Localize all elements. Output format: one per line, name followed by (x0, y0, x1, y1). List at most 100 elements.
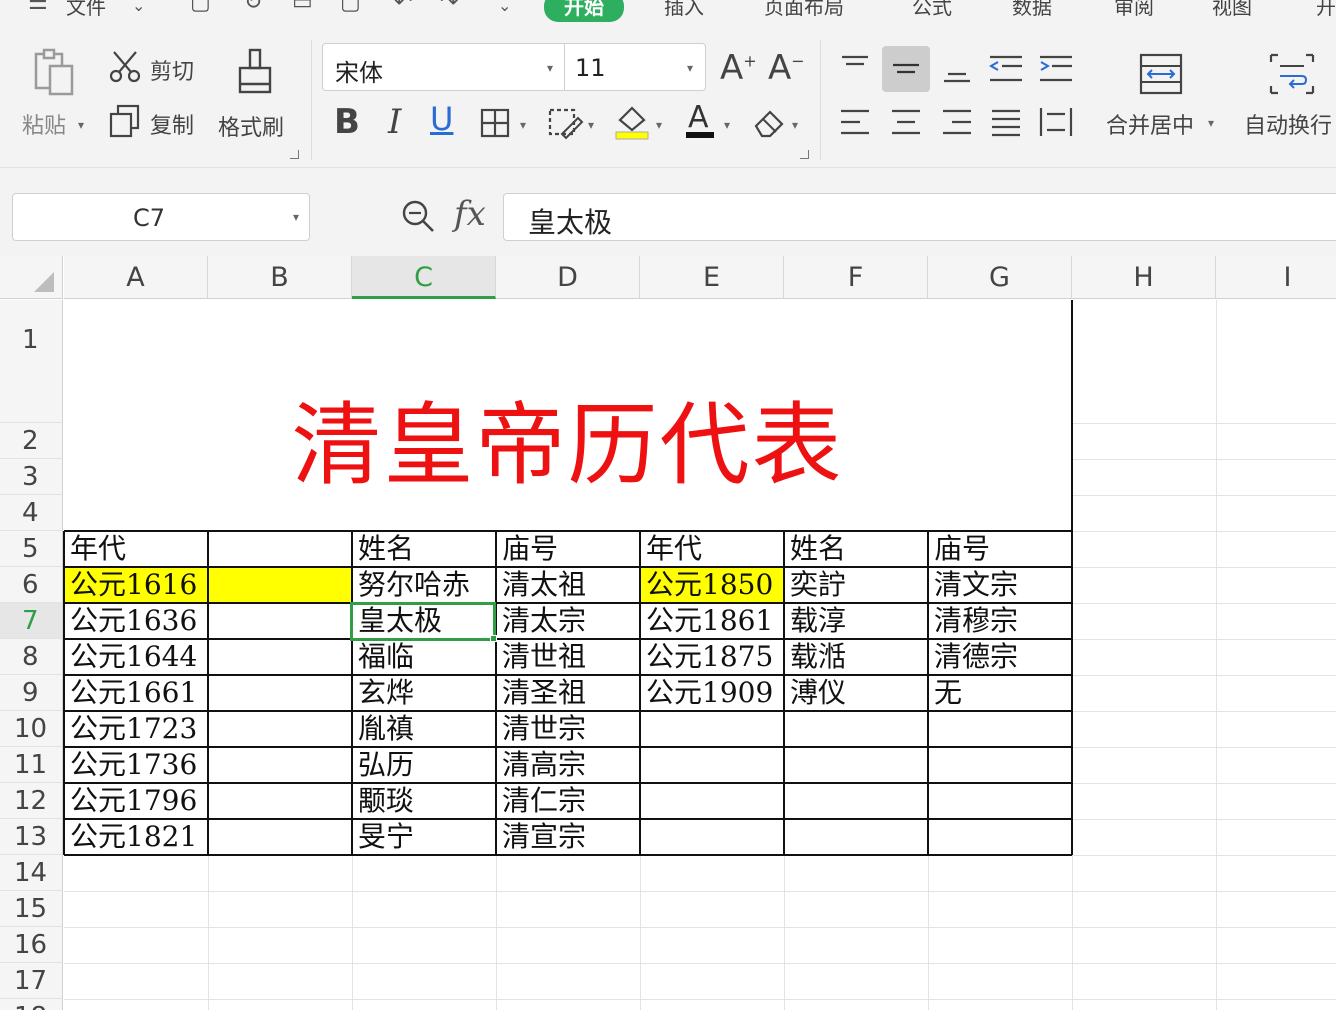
name-box-dropdown-icon[interactable]: ▾ (293, 210, 299, 224)
name-cell[interactable]: 载湉 (784, 639, 928, 675)
row-header-11[interactable]: 11 (0, 747, 63, 783)
year-cell[interactable]: 公元1861 (640, 603, 784, 639)
tab-formulas[interactable]: 公式 (912, 0, 952, 20)
align-bottom-icon[interactable] (940, 54, 974, 84)
name-cell[interactable]: 溥仪 (784, 675, 928, 711)
cell-style-dropdown-icon[interactable]: ▾ (588, 118, 594, 132)
fill-handle[interactable] (490, 635, 497, 642)
menu-file[interactable]: 文件 (66, 0, 106, 20)
merge-center-button[interactable]: 合并居中 ▾ (1104, 52, 1224, 144)
row-header-1[interactable]: 1 (0, 300, 63, 423)
paste-button[interactable]: 粘贴 ▾ (20, 48, 90, 139)
font-size-dropdown-icon[interactable]: ▾ (687, 61, 693, 75)
table-header-cell[interactable]: 姓名 (784, 531, 928, 567)
row-header-8[interactable]: 8 (0, 639, 63, 675)
tab-page-layout[interactable]: 页面布局 (764, 0, 844, 20)
justify-icon[interactable] (989, 108, 1023, 138)
row-header-2[interactable]: 2 (0, 423, 63, 459)
temple-name-cell[interactable]: 清穆宗 (928, 603, 1072, 639)
year-cell[interactable]: 公元1821 (64, 819, 208, 855)
italic-icon[interactable]: I (388, 102, 401, 142)
increase-font-size-icon[interactable]: A+ (720, 48, 757, 88)
cut-button[interactable]: 剪切 (108, 50, 208, 86)
temple-name-cell[interactable]: 清太宗 (496, 603, 640, 639)
row-header-17[interactable]: 17 (0, 963, 63, 999)
borders-icon[interactable] (480, 108, 510, 138)
font-dialog-launcher[interactable] (800, 150, 809, 159)
merge-center-dropdown-icon[interactable]: ▾ (1208, 116, 1214, 130)
name-cell[interactable]: 胤禛 (352, 711, 496, 747)
name-cell[interactable]: 颙琰 (352, 783, 496, 819)
row-header-10[interactable]: 10 (0, 711, 63, 747)
tab-insert[interactable]: 插入 (664, 0, 704, 20)
row-header-5[interactable]: 5 (0, 531, 63, 567)
format-painter-button[interactable]: 格式刷 (214, 48, 298, 144)
distributed-align-icon[interactable] (1038, 106, 1074, 138)
table-header-cell[interactable]: 庙号 (496, 531, 640, 567)
redo-icon[interactable]: ↷ (440, 0, 458, 15)
name-cell[interactable]: 载淳 (784, 603, 928, 639)
temple-name-cell[interactable]: 无 (928, 675, 1072, 711)
increase-indent-icon[interactable] (1038, 54, 1074, 84)
temple-name-cell[interactable]: 清德宗 (928, 639, 1072, 675)
table-header-cell[interactable]: 年代 (64, 531, 208, 567)
print-preview-icon[interactable]: ▢ (340, 0, 361, 15)
year-cell[interactable]: 公元1850 (640, 567, 784, 603)
row-header-4[interactable]: 4 (0, 495, 63, 531)
wrap-text-button[interactable]: 自动换行 (1244, 52, 1336, 144)
year-cell[interactable]: 公元1636 (64, 603, 208, 639)
highlighted-empty-cell[interactable] (208, 567, 352, 603)
year-cell[interactable]: 公元1736 (64, 747, 208, 783)
column-header-i[interactable]: I (1216, 256, 1336, 299)
eraser-icon[interactable] (752, 106, 786, 138)
undo-icon[interactable]: ↶ (394, 0, 412, 15)
column-header-c[interactable]: C (352, 256, 496, 299)
font-size-select[interactable]: 11 (575, 54, 606, 82)
row-header-18[interactable]: 18 (0, 999, 63, 1010)
table-header-cell[interactable]: 姓名 (352, 531, 496, 567)
year-cell[interactable]: 公元1644 (64, 639, 208, 675)
zoom-icon[interactable] (400, 198, 436, 234)
fill-color-dropdown-icon[interactable]: ▾ (656, 118, 662, 132)
column-header-b[interactable]: B (208, 256, 352, 299)
temple-name-cell[interactable]: 清宣宗 (496, 819, 640, 855)
insert-function-button[interactable]: fx (454, 194, 486, 234)
align-top-icon[interactable] (838, 54, 872, 84)
cell-style-icon[interactable] (548, 106, 584, 140)
align-center-icon[interactable] (889, 108, 923, 138)
column-header-h[interactable]: H (1072, 256, 1216, 299)
row-header-13[interactable]: 13 (0, 819, 63, 855)
column-header-d[interactable]: D (496, 256, 640, 299)
row-header-12[interactable]: 12 (0, 783, 63, 819)
chevron-down-icon[interactable]: ⌄ (132, 0, 145, 15)
year-cell[interactable]: 公元1909 (640, 675, 784, 711)
save-icon[interactable]: ▢ (190, 0, 211, 15)
font-color-dropdown-icon[interactable]: ▾ (724, 118, 730, 132)
tab-view[interactable]: 视图 (1212, 0, 1252, 20)
temple-name-cell[interactable]: 清世祖 (496, 639, 640, 675)
tab-data[interactable]: 数据 (1012, 0, 1052, 20)
temple-name-cell[interactable]: 清高宗 (496, 747, 640, 783)
column-header-e[interactable]: E (640, 256, 784, 299)
temple-name-cell[interactable]: 清世宗 (496, 711, 640, 747)
name-cell[interactable]: 玄烨 (352, 675, 496, 711)
name-cell[interactable]: 努尔哈赤 (352, 567, 496, 603)
hamburger-menu-icon[interactable]: ☰ (28, 0, 48, 15)
bold-icon[interactable]: B (334, 102, 360, 142)
eraser-dropdown-icon[interactable]: ▾ (792, 118, 798, 132)
year-cell[interactable]: 公元1616 (64, 567, 208, 603)
column-header-g[interactable]: G (928, 256, 1072, 299)
tab-home[interactable]: 开始 (544, 0, 624, 22)
font-color-icon[interactable]: A (684, 100, 718, 140)
decrease-font-size-icon[interactable]: A− (768, 48, 805, 88)
year-cell[interactable]: 公元1875 (640, 639, 784, 675)
tab-review[interactable]: 审阅 (1114, 0, 1154, 20)
name-cell[interactable]: 奕詝 (784, 567, 928, 603)
merged-title-cell[interactable]: 清皇帝历代表 (64, 300, 1071, 531)
row-header-16[interactable]: 16 (0, 927, 63, 963)
year-cell[interactable]: 公元1723 (64, 711, 208, 747)
underline-icon[interactable]: U (430, 100, 453, 138)
formula-input[interactable]: 皇太极 (503, 193, 1336, 241)
row-header-3[interactable]: 3 (0, 459, 63, 495)
temple-name-cell[interactable]: 清圣祖 (496, 675, 640, 711)
